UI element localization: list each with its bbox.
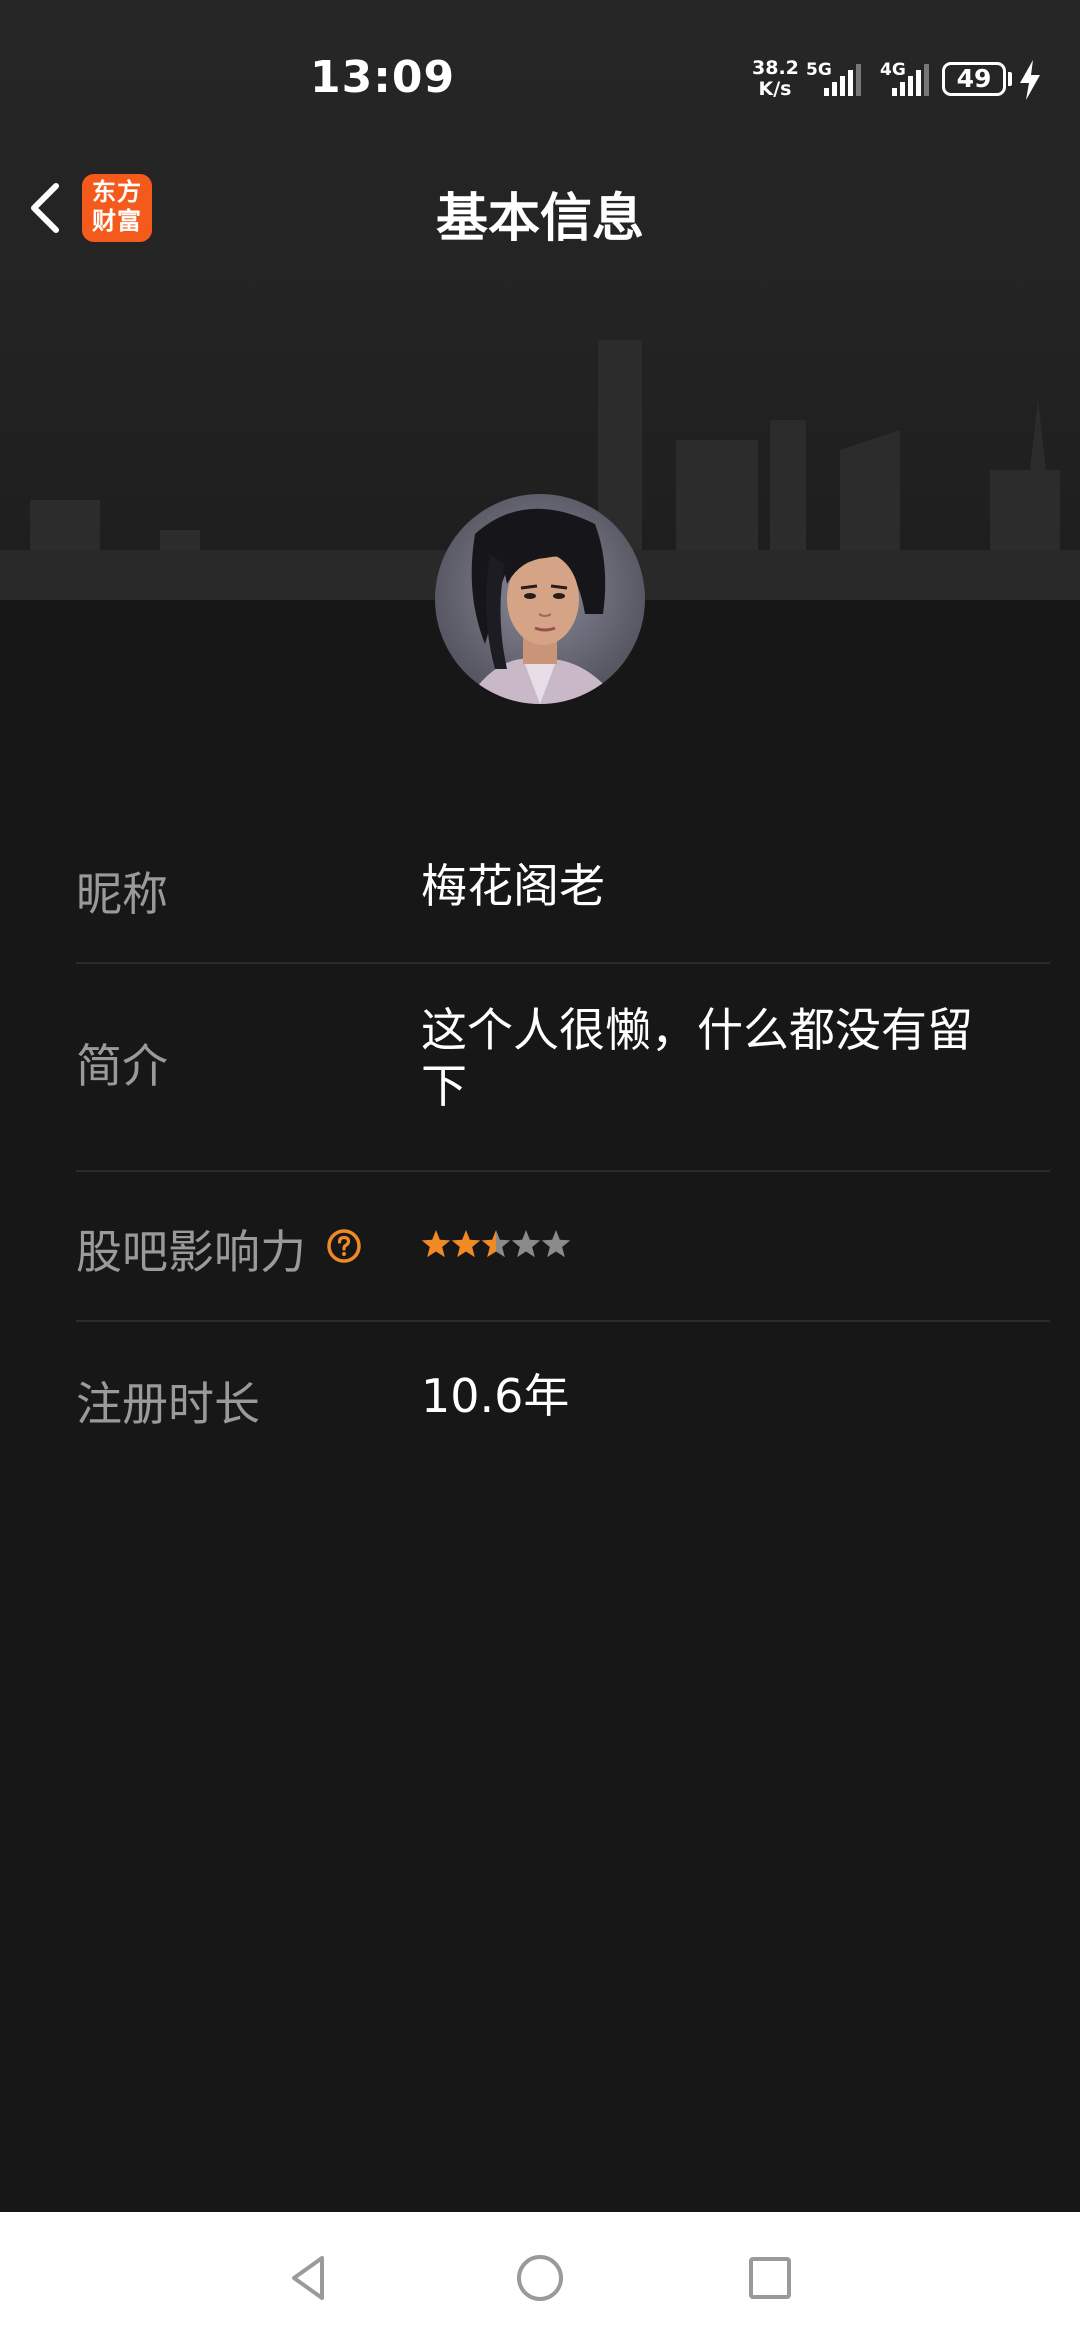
battery-indicator: 49 (942, 62, 1006, 96)
signal-bars-icon (892, 64, 929, 96)
battery-tip (1008, 72, 1012, 86)
network-speed-value: 38.2 (752, 57, 799, 79)
bio-value-line2: 下 (421, 1059, 467, 1113)
info-row-registration: 注册时长 10.6年 (76, 1322, 1050, 1472)
rating-star-icon (421, 1230, 451, 1258)
rating-star-icon (451, 1230, 481, 1258)
registration-value: 10.6年 (421, 1369, 570, 1423)
nickname-value: 梅花阁老 (421, 859, 605, 913)
rating-star-icon (511, 1230, 541, 1258)
screen: 13:09 38.2 K/s 5G 4G 49 东方 财富 基本信息 昵称 梅花… (0, 0, 1080, 2340)
triangle-back-icon[interactable] (282, 2250, 338, 2306)
network-speed: 38.2 K/s (752, 57, 799, 100)
avatar-image (435, 494, 645, 704)
logo-text-line1: 东方 (92, 178, 142, 206)
rating-star-icon (541, 1230, 571, 1258)
profile-info-list: 昵称 梅花阁老 简介 这个人很懒，什么都没有留 下 股吧影响力 注册时长 10.… (0, 818, 1080, 1472)
influence-rating (421, 1230, 571, 1258)
influence-label: 股吧影响力 (76, 1225, 306, 1279)
bio-value-line1: 这个人很懒，什么都没有留 (421, 1003, 973, 1057)
rating-star-icon (481, 1230, 511, 1258)
circle-home-icon[interactable] (512, 2250, 568, 2306)
sim2-signal: 4G (880, 58, 938, 102)
info-row-bio: 简介 这个人很懒，什么都没有留 下 (76, 964, 1050, 1170)
status-bar: 13:09 38.2 K/s 5G 4G 49 (0, 0, 1080, 160)
bio-label: 简介 (76, 1039, 168, 1093)
registration-label: 注册时长 (76, 1377, 260, 1431)
avatar[interactable] (435, 494, 645, 704)
info-row-influence: 股吧影响力 (76, 1172, 1050, 1320)
signal-bars-icon (824, 64, 861, 96)
back-button[interactable] (18, 172, 74, 244)
lightning-icon (1020, 60, 1040, 100)
nickname-label: 昵称 (76, 867, 168, 921)
chevron-left-icon (31, 183, 59, 233)
question-circle-icon[interactable] (326, 1228, 362, 1264)
network-speed-unit: K/s (758, 78, 792, 100)
system-navigation-bar (0, 2212, 1080, 2340)
bio-value: 这个人很懒，什么都没有留 下 (421, 1002, 1041, 1114)
page-title: 基本信息 (435, 189, 644, 249)
sim1-signal: 5G (806, 58, 868, 102)
app-logo[interactable]: 东方 财富 (82, 174, 152, 242)
status-time: 13:09 (310, 52, 456, 103)
info-row-nickname: 昵称 梅花阁老 (76, 818, 1050, 962)
logo-text-line2: 财富 (92, 207, 142, 235)
square-recents-icon[interactable] (742, 2250, 798, 2306)
